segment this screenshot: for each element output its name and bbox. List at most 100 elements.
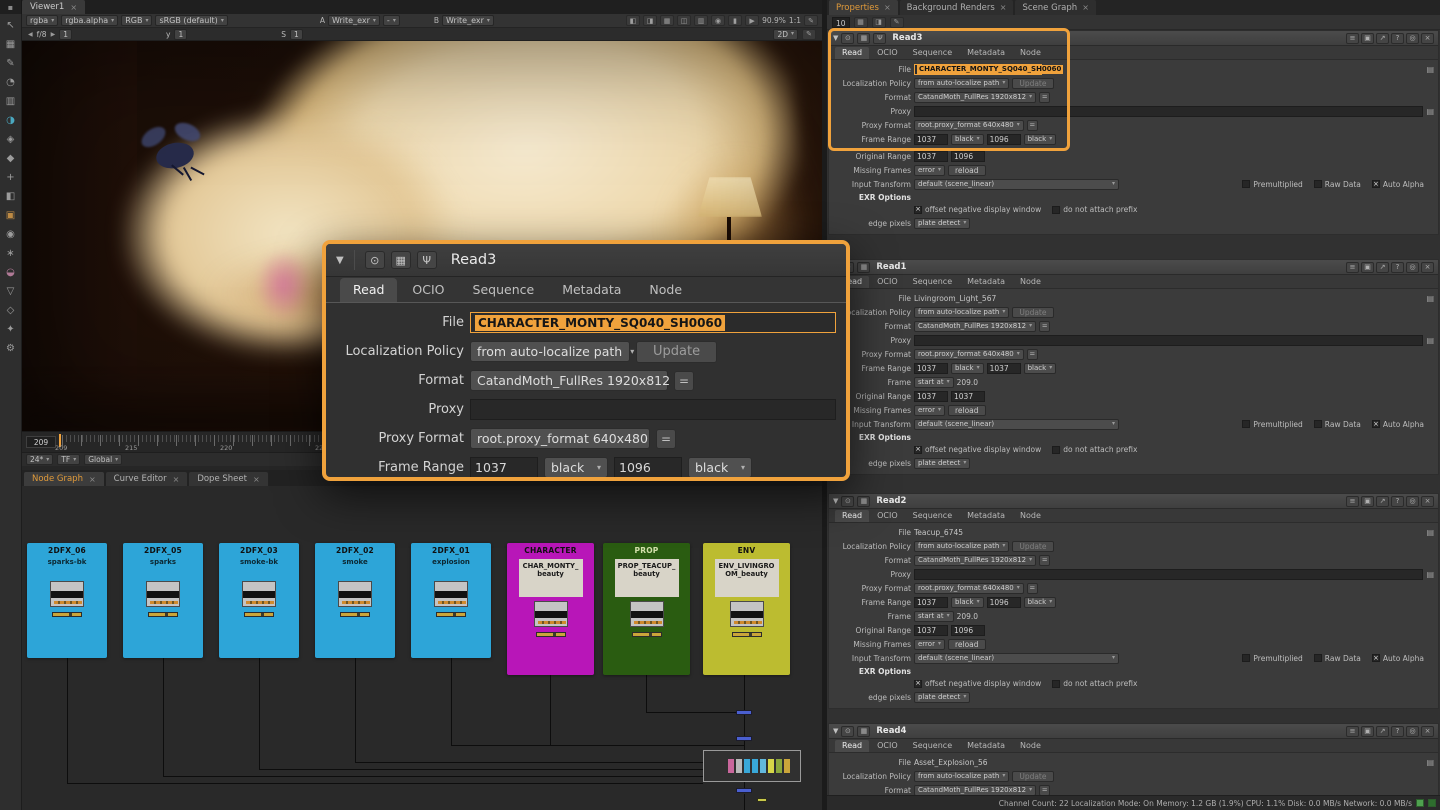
frame-from-mode-dropdown[interactable]: black▾ <box>544 457 608 478</box>
checker-icon[interactable]: ▦ <box>660 15 674 26</box>
monitor-icon[interactable]: ▦ <box>857 33 870 44</box>
auto-alpha-checkbox[interactable]: × <box>1372 420 1380 428</box>
wipe-icon[interactable]: ◫ <box>677 15 691 26</box>
offset-negative-checkbox[interactable]: × <box>914 206 922 214</box>
tab-ocio[interactable]: OCIO <box>870 47 905 59</box>
input-transform-dropdown[interactable]: default (scene_linear)▾ <box>914 653 1119 664</box>
cursor-tool-icon[interactable]: ↖ <box>3 19 19 32</box>
lut-dropdown[interactable]: sRGB (default)▾ <box>155 15 227 26</box>
frame-from-mode-dropdown[interactable]: black▾ <box>951 597 984 608</box>
tab-read[interactable]: Read <box>835 740 869 752</box>
localization-policy-dropdown[interactable]: from auto-localize path▾ <box>914 771 1009 782</box>
format-link-button[interactable]: = <box>1039 555 1050 566</box>
input-transform-dropdown[interactable]: default (scene_linear)▾ <box>914 179 1119 190</box>
max-panels-field[interactable]: 10 <box>832 17 850 28</box>
cluster-node[interactable] <box>728 759 734 773</box>
close-icon[interactable]: × <box>253 475 260 484</box>
transform-tool-icon[interactable]: ◧ <box>3 190 19 203</box>
proxy-format-dropdown[interactable]: root.proxy_format 640x480▾ <box>470 428 650 449</box>
display-mode-dropdown[interactable]: RGB▾ <box>121 15 152 26</box>
read-node-thumb[interactable] <box>730 601 764 627</box>
frame-start-value[interactable]: 209.0 <box>957 612 978 621</box>
read-node-thumb[interactable] <box>50 581 84 607</box>
collapse-triangle-icon[interactable]: ▼ <box>833 727 838 735</box>
proxy-field[interactable] <box>914 335 1423 346</box>
node-2dfx-06[interactable]: 2DFX_06 sparks-bk <box>27 543 107 658</box>
frame-to-mode-dropdown[interactable]: black▾ <box>688 457 752 478</box>
reload-button[interactable]: reload <box>948 165 986 176</box>
center-node-icon[interactable]: ⊙ <box>841 496 854 507</box>
proxy-field[interactable] <box>470 399 836 420</box>
raw-data-checkbox[interactable] <box>1314 654 1322 662</box>
tab-node[interactable]: Node <box>1013 47 1048 59</box>
frame-to-field[interactable]: 1096 <box>987 134 1021 145</box>
tab-sequence[interactable]: Sequence <box>906 276 959 288</box>
metadata-tool-icon[interactable]: ◇ <box>3 304 19 317</box>
saturation-value-field[interactable]: 1 <box>290 29 303 40</box>
collapse-triangle-icon[interactable]: ▼ <box>833 34 838 42</box>
merge-node[interactable] <box>736 710 752 715</box>
node-2dfx-02[interactable]: 2DFX_02 smoke <box>315 543 395 658</box>
frame-to-field[interactable]: 1096 <box>987 597 1021 608</box>
format-dropdown[interactable]: CatandMoth_FullRes 1920x812▾ <box>914 321 1036 332</box>
update-button[interactable]: Update <box>636 341 717 363</box>
tab-ocio[interactable]: OCIO <box>870 276 905 288</box>
localization-policy-dropdown[interactable]: from auto-localize path▾ <box>470 341 630 362</box>
tab-scene-graph[interactable]: Scene Graph× <box>1015 0 1095 15</box>
close-icon[interactable]: × <box>1421 726 1434 737</box>
node-2dfx-01[interactable]: 2DFX_01 explosion <box>411 543 491 658</box>
roi-icon[interactable]: ◉ <box>711 15 725 26</box>
range-dropdown[interactable]: Global▾ <box>84 454 122 465</box>
tab-read[interactable]: Read <box>340 278 397 302</box>
tab-background-renders[interactable]: Background Renders× <box>900 0 1014 15</box>
expand-icon[interactable]: ↗ <box>1376 726 1389 737</box>
layout-icon[interactable]: ◧ <box>626 15 640 26</box>
original-to-field[interactable]: 1037 <box>951 391 985 402</box>
app-menu-icon[interactable]: ▪ <box>0 0 22 14</box>
input-transform-dropdown[interactable]: default (scene_linear)▾ <box>914 419 1119 430</box>
proxy-format-link-button[interactable]: = <box>1027 349 1038 360</box>
cluster-node[interactable] <box>744 759 750 773</box>
tab-metadata[interactable]: Metadata <box>549 278 634 302</box>
node-2dfx-03[interactable]: 2DFX_03 smoke-bk <box>219 543 299 658</box>
proxy-field[interactable] <box>914 106 1423 117</box>
tab-read[interactable]: Read <box>835 510 869 522</box>
tab-ocio[interactable]: OCIO <box>870 510 905 522</box>
channels-dropdown[interactable]: rgba▾ <box>26 15 58 26</box>
close-icon[interactable]: × <box>173 475 180 484</box>
file-browser-icon[interactable]: ▤ <box>1426 65 1434 74</box>
frame-mode-dropdown[interactable]: start at▾ <box>914 611 954 622</box>
close-icon[interactable]: × <box>1082 3 1089 12</box>
offset-negative-checkbox[interactable]: × <box>914 446 922 454</box>
node-graph[interactable]: 2DFX_06 sparks-bk 2DFX_05 sparks 2DFX_03… <box>22 486 822 810</box>
tab-properties[interactable]: Properties× <box>829 0 898 15</box>
tab-metadata[interactable]: Metadata <box>960 740 1012 752</box>
file-browser-icon[interactable]: ▤ <box>1426 336 1434 345</box>
file-field[interactable]: CHARACTER_MONTY_SQ040_SH0060 <box>914 64 1042 75</box>
proxy-format-link-button[interactable]: = <box>656 429 676 449</box>
update-button[interactable]: Update <box>1012 307 1053 318</box>
read-node-thumb[interactable] <box>338 581 372 607</box>
pencil-icon[interactable]: ✎ <box>802 29 816 40</box>
tab-ocio[interactable]: OCIO <box>870 740 905 752</box>
frame-from-field[interactable]: 1037 <box>470 457 538 478</box>
settings-tool-icon[interactable]: ⚙ <box>3 342 19 355</box>
tab-sequence[interactable]: Sequence <box>460 278 548 302</box>
reload-button[interactable]: reload <box>948 639 986 650</box>
node-env[interactable]: ENV ENV_LIVINGROOM_beauty <box>703 543 790 675</box>
tab-node[interactable]: Node <box>636 278 695 302</box>
file-field[interactable]: CHARACTER_MONTY_SQ040_SH0060 <box>470 312 836 333</box>
warp-tool-icon[interactable]: ▣ <box>3 209 19 222</box>
format-link-button[interactable]: = <box>1039 785 1050 796</box>
image-tool-icon[interactable]: ▦ <box>3 38 19 51</box>
format-link-button[interactable]: = <box>1039 321 1050 332</box>
pencil-icon[interactable]: ✎ <box>890 17 904 28</box>
edge-pixels-dropdown[interactable]: plate detect▾ <box>914 692 970 703</box>
gain-next-icon[interactable]: ▶ <box>51 31 56 38</box>
help-icon[interactable]: ? <box>1391 496 1404 507</box>
view-mode-dropdown[interactable]: 2D▾ <box>773 29 798 40</box>
tab-sequence[interactable]: Sequence <box>906 47 959 59</box>
close-icon[interactable]: × <box>70 3 77 12</box>
monitor-icon[interactable]: ▦ <box>857 262 870 273</box>
original-to-field[interactable]: 1096 <box>951 151 985 162</box>
